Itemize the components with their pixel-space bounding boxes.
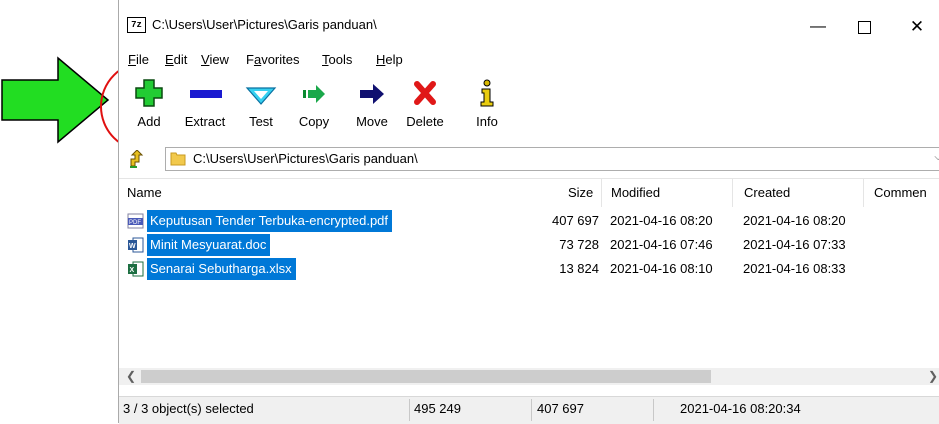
minus-icon [190, 90, 222, 98]
file-list: Name Size Modified Created Commen PDF Ke… [119, 178, 939, 367]
status-selected-size: 407 697 [537, 401, 584, 416]
move-button[interactable]: Move [351, 78, 393, 136]
folder-icon [170, 152, 186, 166]
column-separator[interactable] [732, 179, 733, 207]
info-button[interactable]: Info [469, 78, 505, 136]
file-modified: 2021-04-16 08:10 [610, 261, 713, 276]
status-bar: 3 / 3 object(s) selected 495 249 407 697… [119, 396, 939, 424]
file-size: 13 824 [559, 261, 599, 276]
file-created: 2021-04-16 08:33 [743, 261, 846, 276]
status-modified-date: 2021-04-16 08:20:34 [680, 401, 801, 416]
address-field[interactable]: C:\Users\User\Pictures\Garis panduan\ ⌵ [165, 147, 939, 171]
delete-x-icon [414, 81, 436, 105]
annotation-arrow-icon [1, 56, 110, 144]
chevron-down-icon[interactable]: ⌵ [934, 152, 939, 163]
test-check-icon [245, 87, 277, 105]
status-selection-count: 3 / 3 object(s) selected [123, 401, 254, 416]
status-divider [653, 399, 654, 421]
delete-label: Delete [406, 114, 444, 129]
svg-text:X: X [130, 267, 135, 274]
menu-view[interactable]: View [201, 52, 229, 67]
window-title: C:\Users\User\Pictures\Garis panduan\ [152, 17, 377, 32]
info-icon [480, 79, 494, 107]
column-separator[interactable] [601, 179, 602, 207]
status-divider [409, 399, 410, 421]
file-name: Keputusan Tender Terbuka-encrypted.pdf [147, 210, 393, 232]
scroll-right-icon[interactable]: ❯ [928, 368, 938, 385]
delete-button[interactable]: Delete [402, 78, 448, 136]
add-label: Add [137, 114, 161, 129]
table-row[interactable]: W Minit Mesyuarat.doc 73 728 2021-04-16 … [119, 234, 939, 256]
copy-arrow-icon [303, 85, 325, 103]
excel-file-icon: X [128, 261, 144, 277]
file-name: Minit Mesyuarat.doc [147, 234, 271, 256]
column-header-modified[interactable]: Modified [611, 185, 660, 200]
menu-file[interactable]: File [128, 52, 149, 67]
menu-edit[interactable]: Edit [165, 52, 187, 67]
menu-help[interactable]: Help [376, 52, 403, 67]
scrollbar-thumb[interactable] [141, 370, 711, 383]
app-icon: 7z [127, 17, 146, 33]
test-button[interactable]: Test [241, 78, 281, 136]
menu-tools[interactable]: Tools [322, 52, 352, 67]
toolbar: Add Extract Test Copy Move Delete Info [119, 78, 939, 136]
menu-favorites[interactable]: Favorites [246, 52, 299, 67]
file-name: Senarai Sebutharga.xlsx [147, 258, 296, 280]
svg-text:PDF: PDF [129, 220, 141, 226]
copy-button[interactable]: Copy [294, 78, 334, 136]
column-header-name[interactable]: Name [127, 185, 162, 200]
file-modified: 2021-04-16 07:46 [610, 237, 713, 252]
copy-label: Copy [298, 114, 330, 129]
column-header-comment[interactable]: Commen [874, 185, 927, 200]
move-label: Move [356, 114, 388, 129]
scroll-left-icon[interactable]: ❮ [126, 368, 136, 385]
table-row[interactable]: PDF Keputusan Tender Terbuka-encrypted.p… [119, 210, 939, 232]
test-label: Test [249, 114, 273, 129]
extract-button[interactable]: Extract [179, 78, 231, 136]
file-size: 73 728 [559, 237, 599, 252]
column-header-created[interactable]: Created [744, 185, 790, 200]
extract-label: Extract [184, 114, 226, 129]
maximize-button[interactable] [841, 14, 887, 40]
status-divider [531, 399, 532, 421]
file-created: 2021-04-16 08:20 [743, 213, 846, 228]
folder-up-icon[interactable] [128, 150, 146, 168]
address-path: C:\Users\User\Pictures\Garis panduan\ [193, 151, 418, 166]
close-button[interactable]: ✕ [894, 14, 939, 40]
maximize-icon [857, 21, 871, 34]
pdf-file-icon: PDF [127, 213, 144, 229]
add-button[interactable]: Add [129, 78, 169, 136]
file-manager-window: 7z C:\Users\User\Pictures\Garis panduan\… [118, 0, 939, 424]
status-total-size: 495 249 [414, 401, 461, 416]
svg-text:W: W [129, 243, 136, 250]
file-modified: 2021-04-16 08:20 [610, 213, 713, 228]
minimize-button[interactable]: — [795, 14, 841, 40]
column-header-size[interactable]: Size [568, 185, 593, 200]
info-label: Info [476, 114, 498, 129]
file-size: 407 697 [552, 213, 599, 228]
file-created: 2021-04-16 07:33 [743, 237, 846, 252]
word-file-icon: W [128, 237, 144, 253]
table-row[interactable]: X Senarai Sebutharga.xlsx 13 824 2021-04… [119, 258, 939, 280]
horizontal-scrollbar[interactable]: ❮ ❯ [119, 368, 939, 385]
address-bar: C:\Users\User\Pictures\Garis panduan\ ⌵ [119, 145, 939, 173]
column-separator[interactable] [863, 179, 864, 207]
title-bar: 7z C:\Users\User\Pictures\Garis panduan\… [119, 14, 939, 40]
move-arrow-icon [360, 84, 384, 104]
plus-icon [135, 79, 163, 107]
